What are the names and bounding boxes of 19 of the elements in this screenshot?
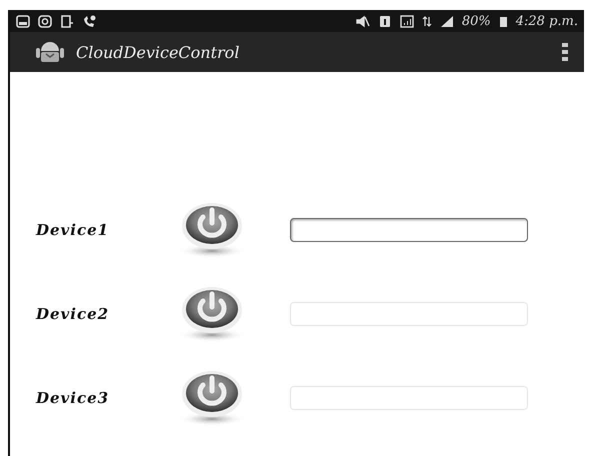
menu-icon[interactable]: [562, 43, 568, 61]
device-label: Device3: [36, 389, 110, 407]
battery-percentage: 80%: [462, 14, 491, 28]
mute-icon: [356, 14, 370, 28]
robot-icon: [36, 40, 64, 64]
battery-icon: [498, 14, 508, 28]
input-field[interactable]: [290, 218, 528, 242]
signal-icon: [400, 14, 414, 28]
phone-icon: [82, 14, 96, 28]
device-label: Device2: [36, 305, 110, 323]
device-label: Device1: [36, 221, 110, 239]
signal-icon: [440, 14, 454, 28]
camera-icon: [38, 14, 52, 28]
sim-icon: [378, 14, 392, 28]
image-icon: [16, 14, 30, 28]
app-title: CloudDeviceControl: [76, 42, 240, 62]
data-icon: [422, 14, 432, 28]
screen-icon: [60, 14, 74, 28]
clock-time: 4:28 p.m.: [516, 14, 578, 28]
